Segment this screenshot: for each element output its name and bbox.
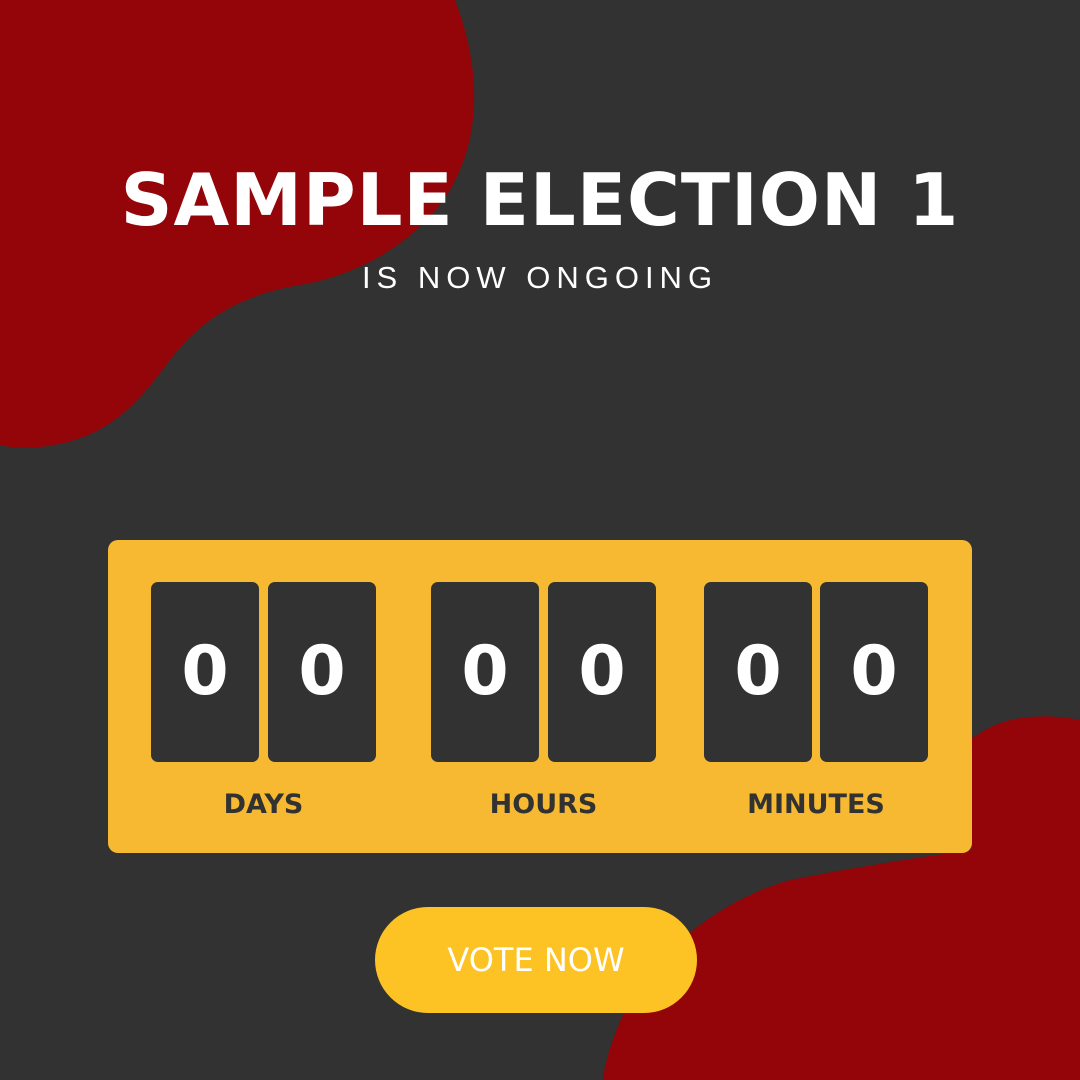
hours-digit-1: 0 [431, 582, 539, 762]
days-digit-1: 0 [151, 582, 259, 762]
minutes-digit-2: 0 [820, 582, 928, 762]
page-title: SAMPLE ELECTION 1 [120, 158, 960, 242]
days-digit-2: 0 [268, 582, 376, 762]
minutes-label: MINUTES [747, 789, 885, 820]
minutes-digit-1: 0 [704, 582, 812, 762]
hours-label: HOURS [489, 789, 598, 820]
page-subtitle: IS NOW ONGOING [361, 260, 719, 295]
countdown-panel: 0 0 0 0 0 0 DAYS HOURS MINUTES [108, 540, 972, 853]
days-label: DAYS [223, 789, 304, 820]
vote-now-button[interactable]: VOTE NOW [375, 907, 697, 1013]
hours-digit-2: 0 [548, 582, 656, 762]
